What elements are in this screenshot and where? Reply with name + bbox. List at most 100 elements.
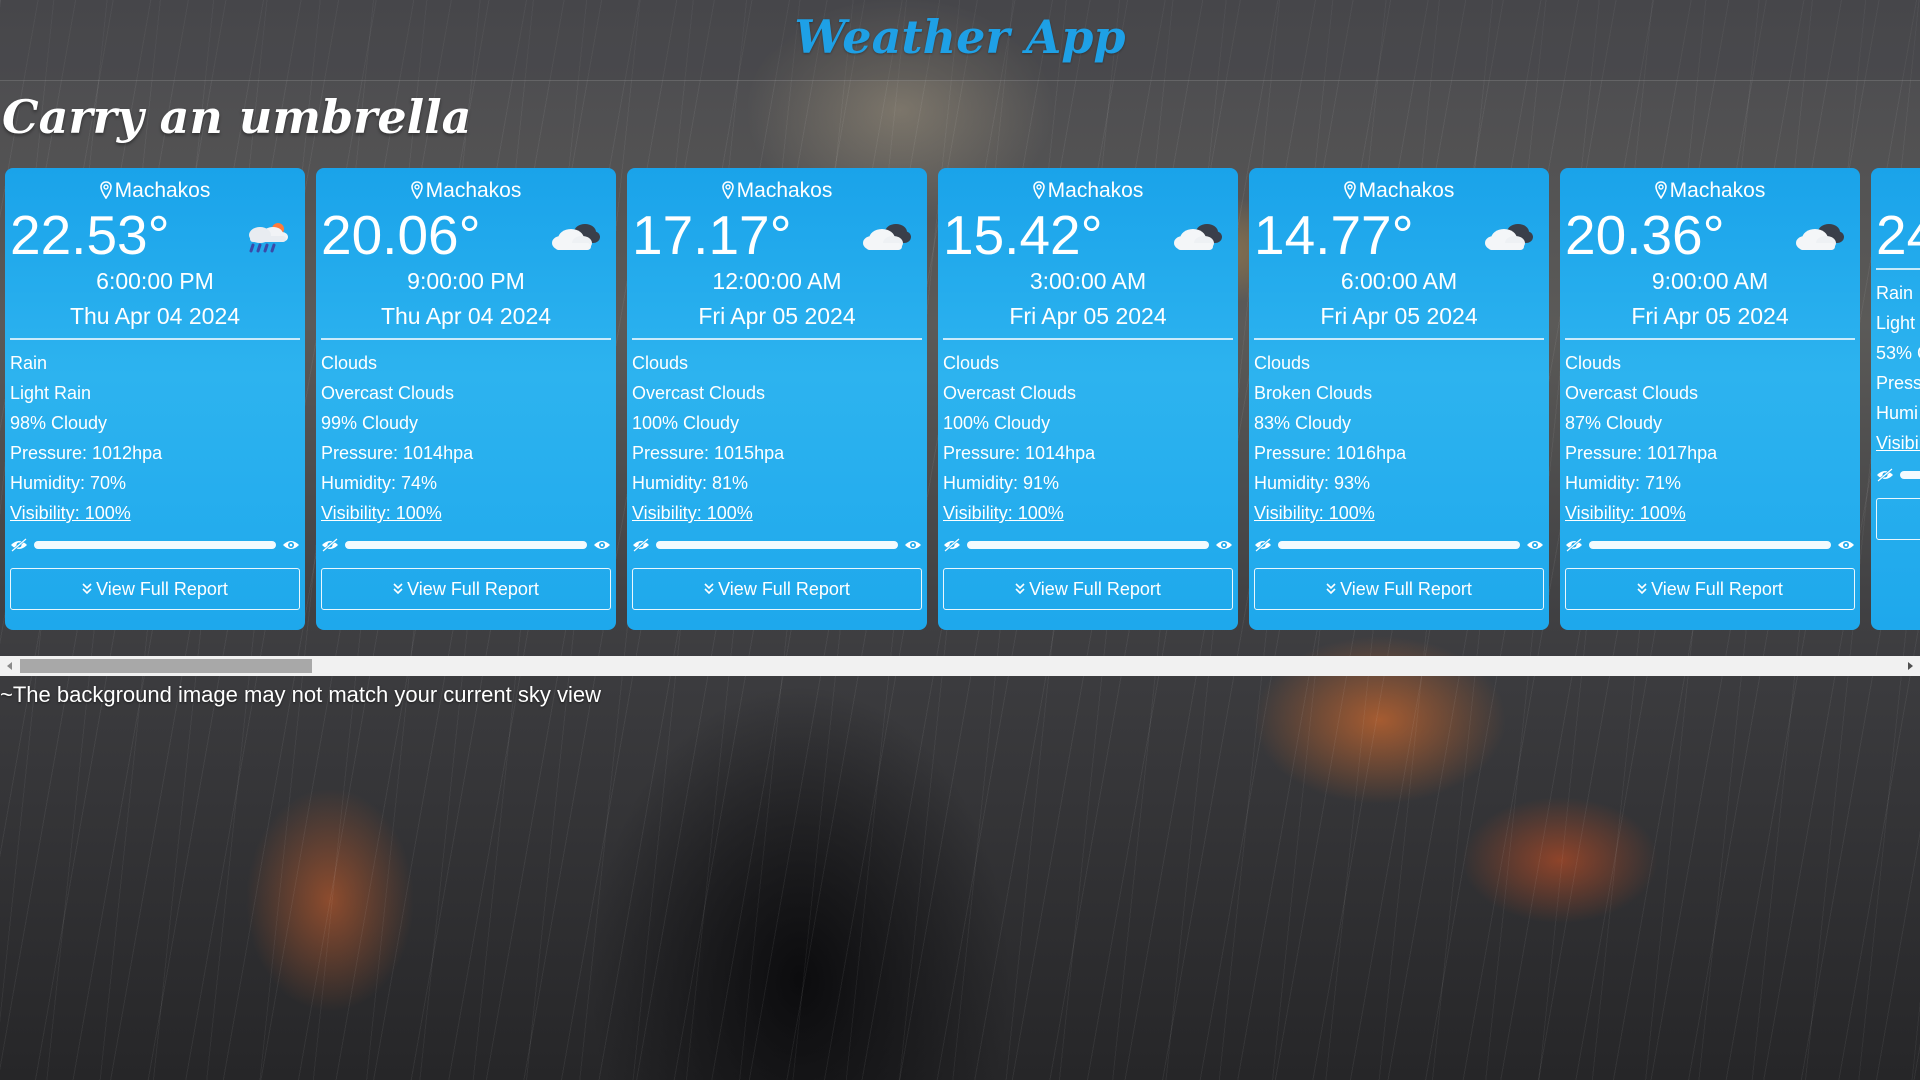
cloud-icon (1174, 224, 1222, 250)
weather-description: Overcast Clouds (632, 383, 766, 403)
forecast-date: Thu Apr 04 2024 (69, 303, 241, 329)
location-name: Machakos (1047, 179, 1144, 202)
pressure: Pressure: 1012hpa (10, 443, 163, 463)
location-name: Machakos (114, 179, 211, 202)
weather-main: Rain (10, 353, 48, 373)
cloud-icon (1796, 224, 1844, 250)
temperature: 17.17° (632, 204, 792, 266)
temperature: 22.53° (10, 204, 170, 266)
double-chevron-down-icon (1015, 583, 1025, 595)
view-full-report-button[interactable]: View Full Report (1565, 568, 1855, 610)
card-location: Machakos (10, 168, 300, 204)
visibility-slider[interactable] (1254, 532, 1544, 558)
visibility-track[interactable] (34, 541, 276, 549)
weather-main: Clouds (321, 353, 378, 373)
card-divider (10, 338, 300, 340)
scroll-left-icon[interactable] (0, 656, 20, 676)
cloud-coverage: 87% Cloudy (1565, 413, 1663, 433)
visibility-link[interactable]: Visibility: 100% (321, 498, 611, 528)
visibility-link[interactable]: Visibility: 100% (632, 498, 922, 528)
view-full-report-label: View Full Report (1029, 579, 1161, 599)
visibility-track[interactable] (1278, 541, 1520, 549)
cloud-coverage: 99% Cloudy (321, 413, 419, 433)
visibility-slider[interactable] (1565, 532, 1855, 558)
view-full-report-button[interactable]: View Full Report (943, 568, 1233, 610)
eye-icon (283, 541, 299, 549)
eye-icon (1527, 541, 1543, 549)
forecast-date: Fri Apr 05 2024 (698, 303, 856, 329)
eye-icon (905, 541, 921, 549)
scrollbar-thumb[interactable] (20, 659, 312, 673)
view-full-report-label: View Full Report (1651, 579, 1783, 599)
visibility-slider[interactable] (632, 532, 922, 558)
visibility-link[interactable]: Visibili (1876, 428, 1920, 458)
visibility-slider[interactable] (1876, 462, 1920, 488)
forecast-time: 6:00:00 PM (96, 268, 214, 294)
card-location: Machakos (1876, 168, 1920, 204)
view-full-report-button[interactable]: View Full Report (632, 568, 922, 610)
cloud-icon (1485, 224, 1533, 250)
weather-advice: Carry an umbrella (2, 90, 472, 144)
temperature-row: 15.42° (943, 204, 1233, 266)
visibility-track[interactable] (345, 541, 587, 549)
visibility-track[interactable] (1589, 541, 1831, 549)
scroll-right-icon[interactable] (1900, 656, 1920, 676)
forecast-card: Machakos 15.42° 3:00:00 AM Fri Apr 05 20… (938, 168, 1238, 630)
visibility-slider[interactable] (10, 532, 300, 558)
eye-icon (1216, 541, 1232, 549)
temperature: 14.77° (1254, 204, 1414, 266)
eye-slash-icon (11, 538, 27, 552)
humidity: Humi (1876, 403, 1919, 423)
card-location: Machakos (632, 168, 922, 204)
card-divider (321, 338, 611, 340)
forecast-date: Thu Apr 04 2024 (380, 303, 552, 329)
weather-description: Overcast Clouds (1565, 383, 1699, 403)
card-divider (632, 338, 922, 340)
humidity: Humidity: 74% (321, 473, 438, 493)
eye-icon (594, 541, 610, 549)
pressure: Pressure: 1015hpa (632, 443, 785, 463)
forecast-scroller[interactable]: Machakos 22.53° 6:00:00 PM Thu Apr 04 20… (0, 168, 1920, 676)
card-location: Machakos (1254, 168, 1544, 204)
temperature: 20.36° (1565, 204, 1725, 266)
card-divider (943, 338, 1233, 340)
forecast-card: Machakos 20.36° 9:00:00 AM Fri Apr 05 20… (1560, 168, 1860, 630)
forecast-date: Fri Apr 05 2024 (1631, 303, 1789, 329)
location-name: Machakos (736, 179, 833, 202)
cloud-coverage: 98% Cloudy (10, 413, 108, 433)
humidity: Humidity: 81% (632, 473, 749, 493)
rain-cloud-icon (249, 223, 288, 253)
eye-slash-icon (1566, 538, 1582, 552)
eye-slash-icon (1877, 468, 1893, 482)
visibility-link[interactable]: Visibility: 100% (10, 498, 300, 528)
visibility-slider[interactable] (321, 532, 611, 558)
visibility-link[interactable]: Visibility: 100% (1254, 498, 1544, 528)
horizontal-scrollbar[interactable] (0, 656, 1920, 676)
view-full-report-button[interactable] (1876, 498, 1920, 540)
visibility-track[interactable] (656, 541, 898, 549)
weather-description: Light Rain (10, 383, 92, 403)
visibility-slider[interactable] (943, 532, 1233, 558)
visibility-link[interactable]: Visibility: 100% (943, 498, 1233, 528)
forecast-time: 6:00:00 AM (1340, 268, 1458, 294)
view-full-report-button[interactable]: View Full Report (321, 568, 611, 610)
visibility-track[interactable] (967, 541, 1209, 549)
pressure: Pressure: 1014hpa (321, 443, 474, 463)
view-full-report-button[interactable]: View Full Report (10, 568, 300, 610)
weather-main: Rain (1876, 283, 1914, 303)
forecast-card: Machakos 22.53° 6:00:00 PM Thu Apr 04 20… (5, 168, 305, 630)
visibility-track[interactable] (1900, 471, 1920, 479)
temperature: 20.06° (321, 204, 481, 266)
visibility-link[interactable]: Visibility: 100% (1565, 498, 1855, 528)
view-full-report-button[interactable]: View Full Report (1254, 568, 1544, 610)
weather-description: Overcast Clouds (321, 383, 455, 403)
map-pin-icon (1654, 181, 1667, 199)
cloud-coverage: 100% Cloudy (632, 413, 740, 433)
temperature: 15.42° (943, 204, 1103, 266)
pressure: Pressure: 1016hpa (1254, 443, 1407, 463)
forecast-cards: Machakos 22.53° 6:00:00 PM Thu Apr 04 20… (5, 168, 1920, 630)
weather-main: Clouds (943, 353, 1000, 373)
cloud-icon (863, 224, 911, 250)
temperature: 24 (1876, 204, 1920, 266)
view-full-report-label: View Full Report (718, 579, 850, 599)
